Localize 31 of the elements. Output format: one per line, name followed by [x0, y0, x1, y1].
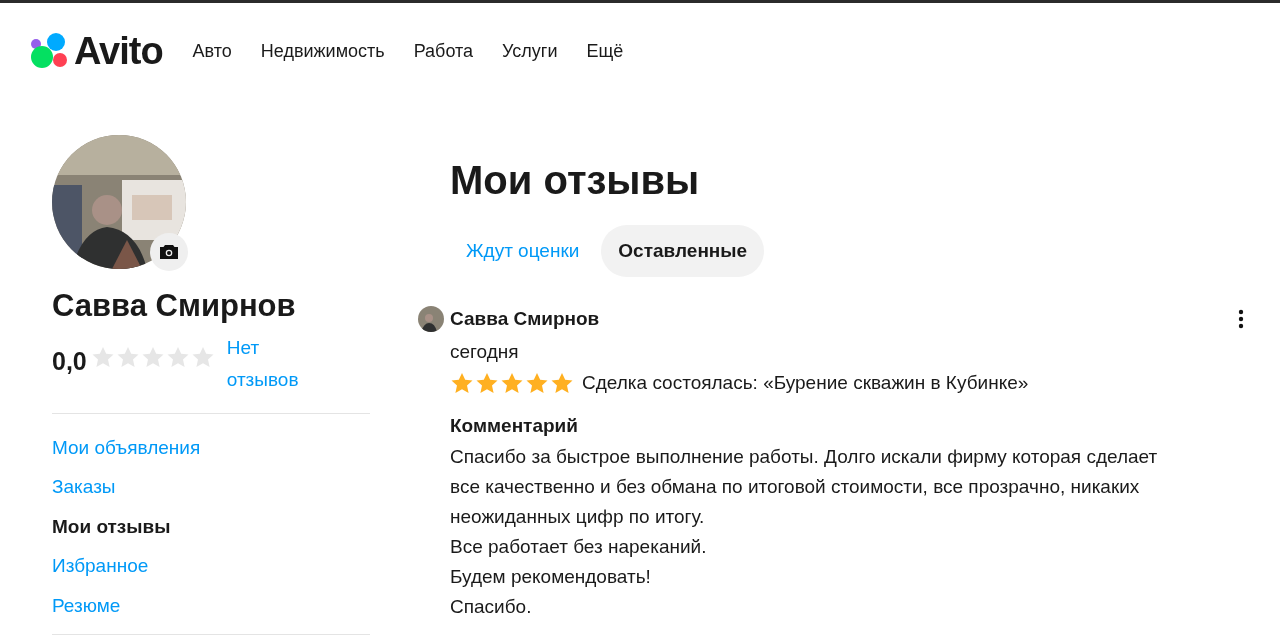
logo-text[interactable]: Avito — [74, 32, 163, 70]
nav-link[interactable]: Авто — [192, 37, 232, 65]
deal-text: Сделка состоялась: «Бурение скважин в Кубинке» — [582, 371, 1029, 395]
star-icon — [190, 345, 215, 368]
nav-link[interactable]: Ещё — [586, 37, 624, 65]
tab[interactable]: Оставленные — [601, 225, 765, 277]
star-icon — [475, 372, 499, 395]
page-title: Мои отзывы — [450, 157, 701, 204]
nav-link[interactable]: Недвижимость — [260, 37, 385, 65]
profile-name: Савва Смирнов — [52, 287, 297, 325]
star-icon — [450, 372, 474, 395]
sidebar-item[interactable]: Мои отзывы — [52, 512, 370, 542]
camera-button[interactable] — [150, 233, 188, 271]
camera-icon — [159, 244, 179, 260]
review-date: сегодня — [450, 339, 520, 364]
star-icon — [165, 345, 190, 368]
star-icon — [500, 372, 524, 395]
nav-link[interactable]: Услуги — [502, 37, 558, 65]
rating-value: 0,0 — [52, 345, 87, 377]
more-icon[interactable] — [1238, 309, 1244, 329]
review-author[interactable]: Савва Смирнов — [450, 305, 600, 334]
comment-text: Спасибо за быстрое выполнение работы. Долго искали фирму которая сделает все качественно и без обмана по итоговой стоимости, все прозрачно, никаких неожиданных цифр по итогу. Все работает без нареканий. Будем рекомендовать! Спасибо. — [450, 445, 1159, 619]
star-icon — [525, 372, 549, 395]
star-icon — [90, 345, 115, 368]
star-icon — [550, 372, 574, 395]
comment-label: Комментарий — [450, 413, 579, 438]
star-icon — [140, 345, 165, 368]
star-icon — [115, 345, 140, 368]
avatar-icon — [418, 306, 444, 332]
nav-link[interactable]: Работа — [413, 37, 474, 65]
logo-icon — [30, 33, 70, 69]
